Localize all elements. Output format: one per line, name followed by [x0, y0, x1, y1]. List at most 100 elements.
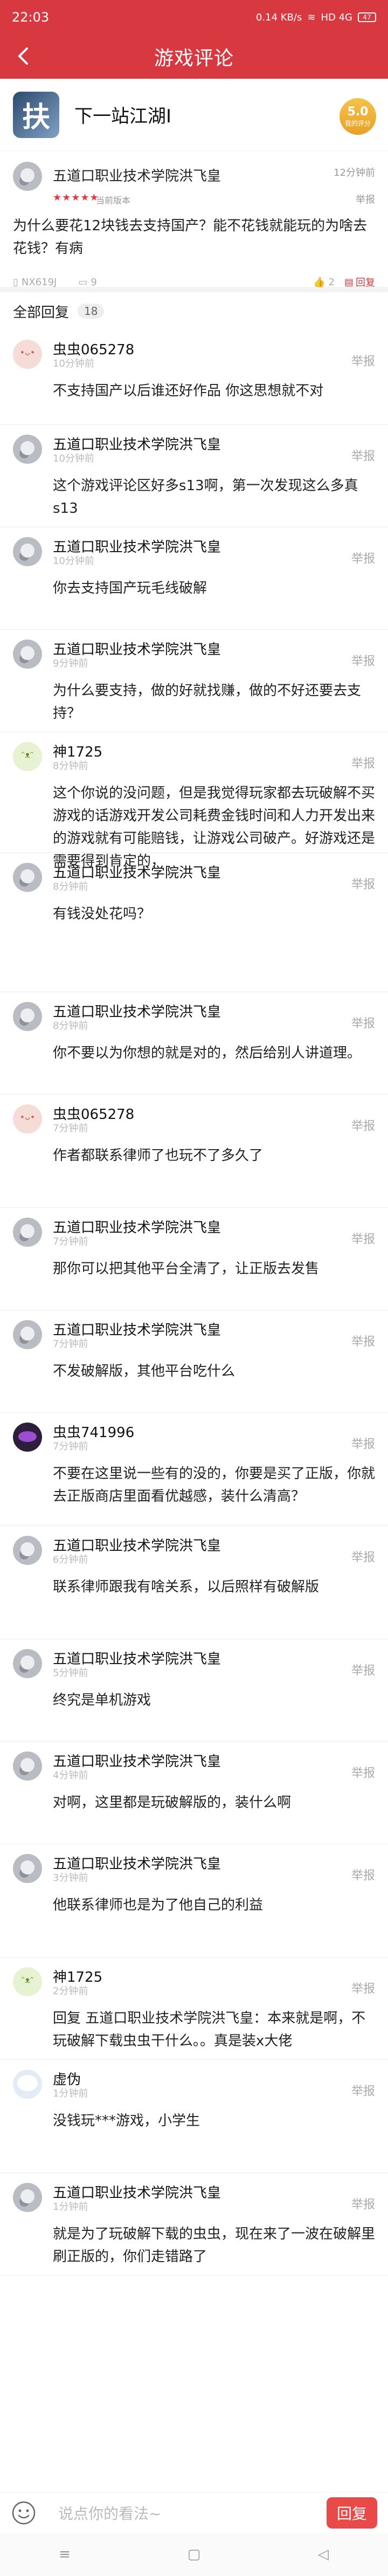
- report-button[interactable]: 举报: [351, 1548, 375, 1565]
- avatar[interactable]: [13, 2183, 42, 2212]
- report-button[interactable]: 举报: [351, 1116, 375, 1134]
- reply-button[interactable]: ▤ 回复: [344, 275, 375, 289]
- comment-item[interactable]: 五道口职业技术学院洪飞皇 5分钟前 举报 终究是单机游戏: [0, 1639, 388, 1742]
- report-button[interactable]: 举报: [351, 1866, 375, 1883]
- comment-item[interactable]: 五道口职业技术学院洪飞皇 6分钟前 举报 联系律师跟我有啥关系，以后照样有破解版: [0, 1526, 388, 1639]
- comment-item[interactable]: 虫虫741996 7分钟前 举报 不要在这里说一些有的没的，你要是买了正版，你就去正版…: [0, 1413, 388, 1526]
- report-button[interactable]: 举报: [351, 1979, 375, 1996]
- all-replies-header: 全部回复 18: [0, 292, 388, 330]
- report-button[interactable]: 举报: [351, 875, 375, 892]
- battery-icon: 47: [358, 12, 376, 22]
- report-button[interactable]: 举报: [351, 754, 375, 771]
- comment-text: 有钱没处花吗？: [53, 906, 151, 922]
- all-replies-label: 全部回复: [13, 304, 70, 321]
- score-label: 我的评分: [344, 120, 371, 127]
- phone-icon: ▯: [13, 276, 18, 288]
- comment-item[interactable]: 虫虫0652787分钟前举报作者都联系律师了也玩不了多久了: [0, 1095, 388, 1208]
- review-footer: ▯ NX619J ▭ 9 👍 2 ▤ 回复: [13, 275, 375, 289]
- thumbs-up-icon: 👍: [313, 276, 325, 288]
- comment-item[interactable]: 五道口职业技术学院洪飞皇 10分钟前 举报 你去支持国产玩毛线破解: [0, 527, 388, 630]
- menu-icon[interactable]: ≡: [48, 2544, 81, 2565]
- report-button[interactable]: 举报: [351, 2082, 375, 2099]
- report-button[interactable]: 举报: [351, 1661, 375, 1678]
- avatar[interactable]: [13, 1649, 42, 1678]
- avatar[interactable]: [13, 435, 42, 464]
- comment-item[interactable]: 五道口职业技术学院洪飞皇 8分钟前 举报 有钱没处花吗？: [0, 853, 388, 992]
- avatar[interactable]: [13, 2070, 42, 2099]
- device-info: ▯ NX619J: [13, 277, 57, 288]
- report-button[interactable]: 举报: [351, 651, 375, 669]
- comment-item[interactable]: 五道口职业技术学院洪飞皇 4分钟前 举报 对啊，这里都是玩破解版的，装什么啊: [0, 1742, 388, 1844]
- comment-item[interactable]: 神17252分钟前举报回复 五道口职业技术学院洪飞皇：本来就是啊，不玩破解下载虫…: [0, 1957, 388, 2060]
- comment-input[interactable]: 说点你的看法~: [58, 2502, 327, 2524]
- avatar[interactable]: [13, 1002, 42, 1031]
- avatar[interactable]: [13, 162, 42, 191]
- avatar[interactable]: [13, 1751, 42, 1781]
- game-logo: 扶: [13, 91, 59, 138]
- comment-count[interactable]: ▭ 9: [78, 277, 96, 288]
- report-button[interactable]: 举报: [351, 1434, 375, 1452]
- avatar[interactable]: [13, 340, 42, 369]
- comment-text: 联系律师跟我有啥关系，以后照样有破解版: [53, 1579, 320, 1595]
- comment-item[interactable]: 神17258分钟前举报这个你说的没问题，但是我觉得玩家都去玩破解不买游戏的话游戏…: [0, 732, 388, 869]
- report-button[interactable]: 举报: [351, 352, 375, 369]
- comment-text: 你不要以为你想的就是对的，然后给别人讲道理。: [53, 1045, 362, 1061]
- comment-text: 这个游戏评论区好多s13啊，第一次发现这么多真s13: [53, 478, 358, 517]
- report-button[interactable]: 举报: [351, 2195, 375, 2212]
- avatar[interactable]: [13, 1967, 42, 1996]
- avatar[interactable]: [13, 1104, 42, 1134]
- avatar[interactable]: [13, 537, 42, 566]
- comment-item[interactable]: 五道口职业技术学院洪飞皇 10分钟前 举报 这个游戏评论区好多s13啊，第一次发现这么…: [0, 425, 388, 527]
- avatar[interactable]: [13, 1854, 42, 1883]
- game-card[interactable]: 扶 下一站江湖Ⅰ 5.0 我的评分: [0, 79, 388, 151]
- comment-text: 不支持国产以后谁还好作品 你这思想就不对: [53, 383, 324, 399]
- comment-item[interactable]: 五道口职业技术学院洪飞皇 7分钟前 举报 那你可以把其他平台全清了，让正版去发售: [0, 1208, 388, 1310]
- avatar[interactable]: [13, 1218, 42, 1247]
- avatar[interactable]: [13, 742, 42, 771]
- comment-text: 回复 五道口职业技术学院洪飞皇：本来就是啊，不玩破解下载虫虫干什么。。真是装x大…: [53, 2010, 366, 2049]
- comment-time: 5分钟前: [53, 1667, 88, 1679]
- network-speed: 0.14 KB/s: [255, 11, 302, 23]
- comment-item[interactable]: 五道口职业技术学院洪飞皇 3分钟前 举报 他联系律师也是为了他自己的利益: [0, 1844, 388, 1957]
- comment-item[interactable]: 虚伪 1分钟前 举报 没钱玩***游戏，小学生: [0, 2060, 388, 2173]
- avatar[interactable]: [13, 1320, 42, 1349]
- reply-icon: ▤: [344, 276, 354, 288]
- comment-time: 10分钟前: [53, 358, 94, 369]
- page-title: 游戏评论: [154, 47, 234, 70]
- comment-item[interactable]: 五道口职业技术学院洪飞皇 7分钟前 举报 不发破解版，其他平台吃什么: [0, 1310, 388, 1413]
- emoji-icon[interactable]: [11, 2500, 37, 2526]
- report-button[interactable]: 举报: [351, 1014, 375, 1031]
- comment-item[interactable]: 虫虫06527810分钟前举报不支持国产以后谁还好作品 你这思想就不对: [0, 330, 388, 425]
- network-label: HD 4G: [321, 11, 352, 23]
- status-time: 22:03: [12, 10, 50, 25]
- comment-item[interactable]: 五道口职业技术学院洪飞皇 1分钟前 举报 就是为了玩破解下载的虫虫，现在来了一波在破解…: [0, 2173, 388, 2276]
- report-button[interactable]: 举报: [351, 446, 375, 464]
- comment-time: 7分钟前: [53, 1338, 88, 1350]
- comment-time: 10分钟前: [53, 453, 94, 464]
- comment-time: 3分钟前: [53, 1872, 88, 1884]
- home-icon[interactable]: ▢: [178, 2544, 210, 2565]
- like-button[interactable]: 👍 2: [313, 277, 335, 288]
- avatar[interactable]: [13, 640, 42, 669]
- report-button[interactable]: 举报: [351, 1229, 375, 1247]
- report-button[interactable]: 举报: [351, 549, 375, 566]
- avatar[interactable]: [13, 1423, 42, 1452]
- send-reply-button[interactable]: 回复: [327, 2497, 377, 2529]
- avatar[interactable]: [13, 863, 42, 892]
- comment-count-value: 9: [91, 276, 97, 288]
- comment-text: 不发破解版，其他平台吃什么: [53, 1363, 235, 1379]
- report-button[interactable]: 举报: [351, 1763, 375, 1781]
- comment-text: 就是为了玩破解下载的虫虫，现在来了一波在破解里刷正版的，你们走错路了: [53, 2226, 376, 2265]
- comment-time: 9分钟前: [53, 658, 88, 669]
- status-bar: 22:03 0.14 KB/s ≋ HD 4G 47: [0, 0, 388, 35]
- back-arrow-icon[interactable]: [13, 45, 34, 67]
- comment-item[interactable]: 五道口职业技术学院洪飞皇 9分钟前 举报 为什么要支持，做的好就找赚，做的不好还要去支…: [0, 630, 388, 732]
- report-button[interactable]: 举报: [351, 1332, 375, 1349]
- report-button[interactable]: 举报: [356, 192, 375, 206]
- comment-text: 终究是单机游戏: [53, 1692, 151, 1708]
- avatar[interactable]: [13, 1536, 42, 1565]
- comment-text: 对啊，这里都是玩破解版的，装什么啊: [53, 1795, 292, 1811]
- comment-item[interactable]: 五道口职业技术学院洪飞皇 8分钟前 举报 你不要以为你想的就是对的，然后给别人讲道理。: [0, 992, 388, 1095]
- back-icon[interactable]: ◁: [307, 2544, 340, 2565]
- review-author[interactable]: 五道口职业技术学院洪飞皇: [53, 165, 221, 185]
